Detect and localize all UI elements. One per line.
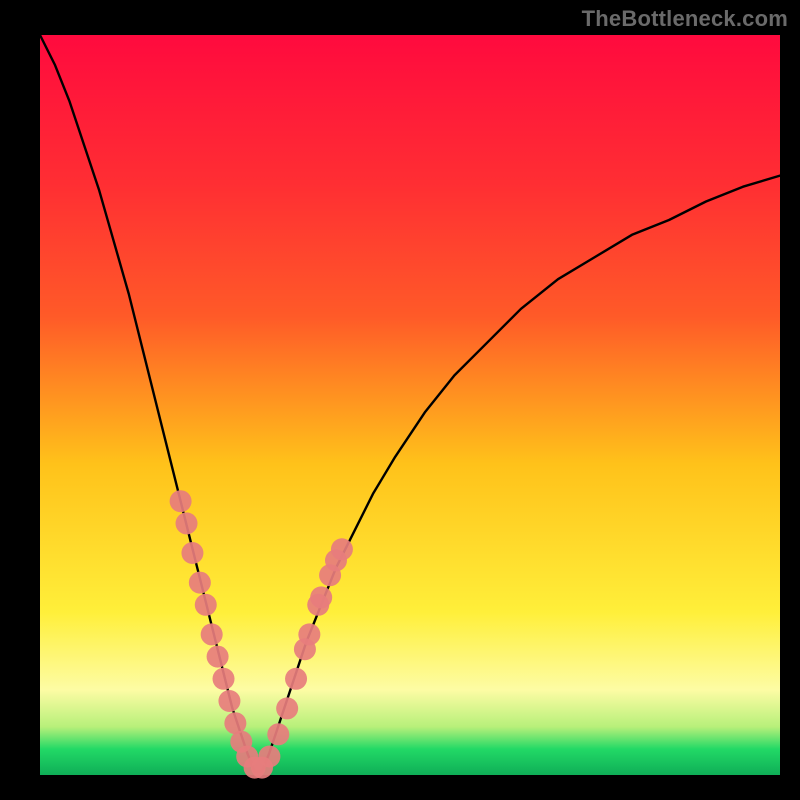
curve-marker [170,490,192,512]
bottleneck-chart [0,0,800,800]
curve-marker [181,542,203,564]
curve-marker [207,646,229,668]
curve-marker [195,594,217,616]
curve-marker [276,697,298,719]
curve-marker [310,586,332,608]
curve-marker [285,668,307,690]
curve-marker [189,572,211,594]
curve-marker [331,538,353,560]
plot-background [40,35,780,775]
curve-marker [267,723,289,745]
curve-marker [213,668,235,690]
chart-stage: TheBottleneck.com [0,0,800,800]
curve-marker [201,623,223,645]
curve-marker [218,690,240,712]
curve-marker [298,623,320,645]
curve-marker [258,746,280,768]
curve-marker [176,512,198,534]
